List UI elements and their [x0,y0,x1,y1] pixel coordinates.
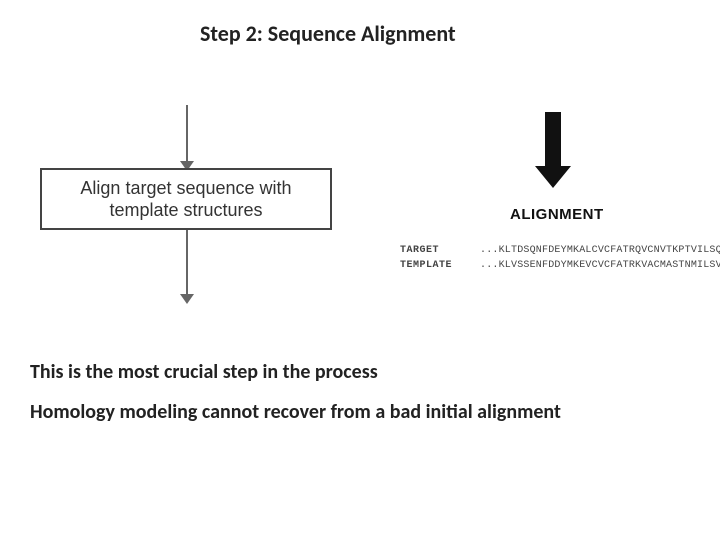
sequence-alignment-block: TARGET ...KLTDSQNFDEYMKALCVCFATRQVCNVTKP… [400,243,720,273]
flow-arrow-down-icon [186,105,188,163]
step-box-label: Align target sequence with template stru… [50,177,322,222]
sequence-value: ...KLVSSENFDDYMKEVCVCFATRKVACMASTNMILSVN… [480,258,720,273]
alignment-heading: ALIGNMENT [510,206,604,223]
sequence-name: TARGET [400,243,458,258]
sequence-value: ...KLTDSQNFDEYMKALCVCFATRQVCNVTKPTVILSQE… [480,243,720,258]
step-box-align: Align target sequence with template stru… [40,168,332,230]
body-text-line-1: This is the most crucial step in the pro… [30,360,378,384]
sequence-name: TEMPLATE [400,258,458,273]
flow-arrow-down-icon [186,230,188,296]
thick-arrow-down-icon [545,112,561,168]
body-text-line-2: Homology modeling cannot recover from a … [30,400,561,424]
sequence-row-target: TARGET ...KLTDSQNFDEYMKALCVCFATRQVCNVTKP… [400,243,720,258]
sequence-row-template: TEMPLATE ...KLVSSENFDDYMKEVCVCFATRKVACMA… [400,258,720,273]
slide-title: Step 2: Sequence Alignment [200,20,456,47]
